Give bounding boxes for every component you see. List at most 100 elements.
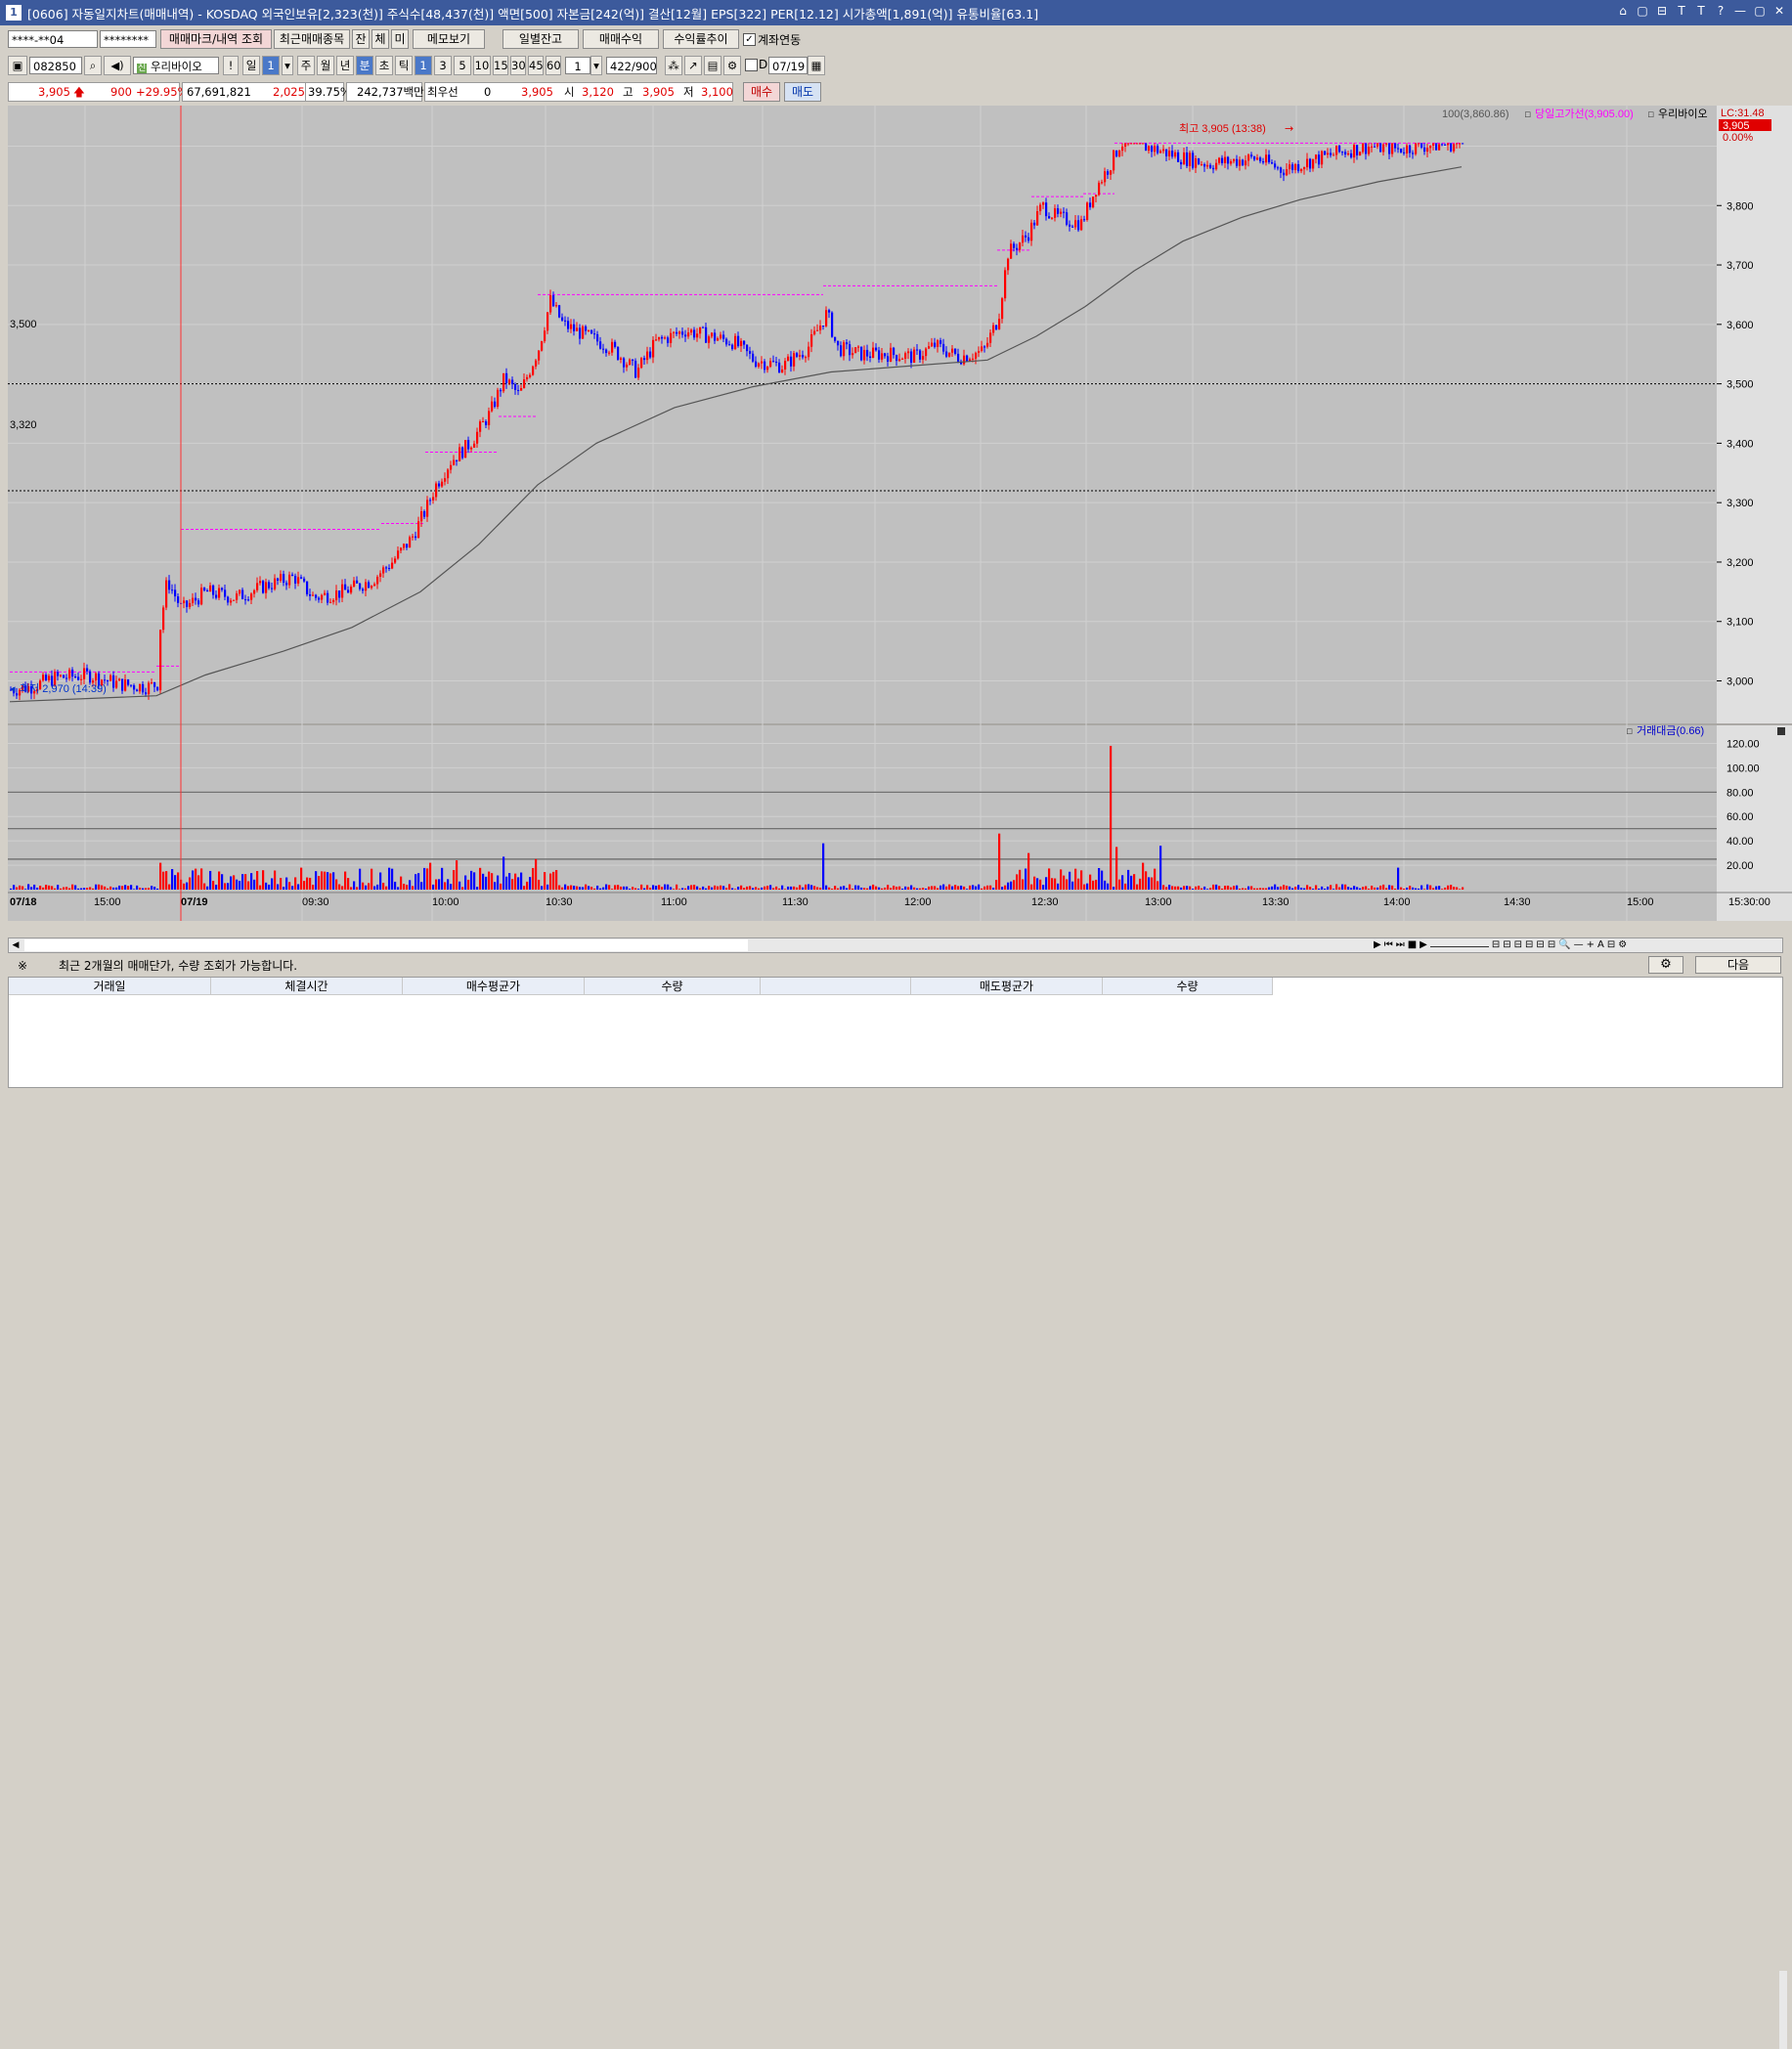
volume-bar (942, 884, 945, 890)
zoom-slider[interactable] (1429, 938, 1489, 947)
account-link-checkbox[interactable]: ✓ 계좌연동 (743, 31, 801, 48)
minute-30-button[interactable]: 30 (510, 56, 526, 75)
restore-icon[interactable]: ▢ (1636, 4, 1649, 18)
col-buy-qty[interactable]: 수량 (585, 978, 761, 995)
candle-body (318, 597, 321, 600)
maximize-icon[interactable]: ▢ (1753, 4, 1767, 18)
home-icon[interactable]: ⌂ (1616, 4, 1630, 18)
tool-6-icon[interactable]: ⊟ (1548, 938, 1555, 952)
executed-button[interactable]: 체 (372, 29, 389, 49)
unfilled-button[interactable]: 미 (391, 29, 409, 49)
trade-mark-button[interactable]: 매매마크/내역 조회 (160, 29, 272, 49)
forward-icon[interactable]: ⏭ (1396, 938, 1405, 952)
calendar-icon[interactable]: ▦ (808, 56, 825, 75)
col-buy-avg[interactable]: 매수평균가 (403, 978, 585, 995)
volume-bar (963, 886, 966, 890)
tool-3-icon[interactable]: ⊟ (1514, 938, 1522, 952)
period-second-button[interactable]: 초 (375, 56, 393, 75)
next-icon[interactable]: ▶ (1420, 938, 1427, 952)
col-exec-time[interactable]: 체결시간 (211, 978, 403, 995)
export-icon[interactable]: ⊟ (1607, 938, 1615, 952)
stock-code-input[interactable]: 082850 (29, 57, 82, 74)
settings-gear-button[interactable]: ⚙ (1648, 956, 1683, 974)
close-icon[interactable]: ✕ (1772, 4, 1786, 18)
recent-trade-button[interactable]: 최근매매종목 (274, 29, 350, 49)
tool-2-icon[interactable]: ⊟ (1503, 938, 1510, 952)
minute-60-button[interactable]: 60 (546, 56, 561, 75)
volume-bar (532, 867, 535, 890)
help-icon[interactable]: ? (1714, 4, 1727, 18)
stock-name-field[interactable]: 신 우리바이오 (133, 57, 219, 74)
period-month-button[interactable]: 월 (317, 56, 334, 75)
trend-icon[interactable]: ↗ (684, 56, 702, 75)
minute-count-input[interactable]: 1 (565, 57, 590, 74)
search-icon[interactable]: ⌕ (84, 56, 102, 75)
period-week-button[interactable]: 주 (297, 56, 315, 75)
col-trade-date[interactable]: 거래일 (9, 978, 211, 995)
sound-icon[interactable]: ◀) (104, 56, 131, 75)
minimize-icon[interactable]: — (1733, 4, 1747, 18)
data-range-field[interactable]: 422/900 (606, 57, 657, 74)
period-tick-button[interactable]: 틱 (395, 56, 413, 75)
candle-body (1344, 152, 1347, 155)
play-icon[interactable]: ▶ (1374, 938, 1381, 952)
sell-button[interactable]: 매도 (784, 82, 821, 102)
period-minute-button[interactable]: 분 (356, 56, 373, 75)
volume-bar (585, 884, 588, 890)
buy-button[interactable]: 매수 (743, 82, 780, 102)
trade-profit-button[interactable]: 매매수익 (583, 29, 659, 49)
chart-scrollbar[interactable]: ◀ ▶ ⏮ ⏭ ■ ▶ ⊟ ⊟ ⊟ ⊟ ⊟ ⊟ 🔍 — + A ⊟ ⚙ (8, 937, 1783, 953)
minute-3-button[interactable]: 3 (434, 56, 452, 75)
volume-panel-close-icon[interactable] (1777, 727, 1785, 735)
account-select[interactable]: ****-**04 (8, 30, 98, 48)
minute-15-button[interactable]: 15 (493, 56, 508, 75)
minute-45-button[interactable]: 45 (528, 56, 544, 75)
minute-1-button[interactable]: 1 (415, 56, 432, 75)
magnifier-icon[interactable]: 🔍 (1558, 938, 1570, 952)
password-input[interactable]: ******** (100, 30, 156, 48)
profit-trend-button[interactable]: 수익률추이 (663, 29, 739, 49)
ref-line-label-3500: 3,500 (10, 319, 37, 330)
minute-5-button[interactable]: 5 (454, 56, 471, 75)
date-input[interactable]: 07/19 (768, 57, 808, 74)
candle-body (529, 374, 532, 377)
next-button[interactable]: 다음 (1695, 956, 1781, 974)
tool-4-icon[interactable]: ⊟ (1525, 938, 1533, 952)
chevron-down-icon[interactable]: ▾ (282, 56, 293, 75)
period-day-button[interactable]: 일 (242, 56, 260, 75)
tool-1-icon[interactable]: ⊟ (1492, 938, 1500, 952)
count-chevron-down-icon[interactable]: ▾ (590, 56, 602, 75)
daily-balance-button[interactable]: 일별잔고 (503, 29, 579, 49)
save-icon[interactable]: ▤ (704, 56, 721, 75)
balance-button[interactable]: 잔 (352, 29, 370, 49)
day-count-input[interactable]: 1 (262, 56, 280, 75)
scrollbar-thumb[interactable] (24, 939, 748, 951)
indicator-icon[interactable]: ⁂ (665, 56, 682, 75)
alert-button[interactable]: ! (223, 56, 239, 75)
layout-icon[interactable]: ▣ (8, 56, 27, 75)
text-icon[interactable]: T (1694, 4, 1708, 18)
split-icon[interactable]: ⊟ (1655, 4, 1669, 18)
date-checkbox[interactable] (745, 59, 758, 71)
period-year-button[interactable]: 년 (336, 56, 354, 75)
candle-body (1233, 158, 1236, 162)
zoom-in-icon[interactable]: + (1587, 938, 1595, 952)
memo-button[interactable]: 메모보기 (413, 29, 485, 49)
minute-10-button[interactable]: 10 (473, 56, 491, 75)
col-sell-qty[interactable]: 수량 (1103, 978, 1273, 995)
chart-area[interactable]: 3,800 3,700 3,600 3,500 3,400 3,300 3,200 3,100… (8, 106, 1792, 929)
settings-icon[interactable]: ⚙ (1618, 938, 1627, 952)
volume-bar (1198, 885, 1201, 890)
table-scrollbar[interactable] (1779, 1971, 1787, 2049)
candlestick-chart[interactable]: 3,800 3,700 3,600 3,500 3,400 3,300 3,200 3,100… (8, 106, 1792, 929)
gear-icon[interactable]: ⚙ (723, 56, 741, 75)
font-icon[interactable]: T (1675, 4, 1688, 18)
scroll-left-icon[interactable]: ◀ (9, 938, 22, 952)
candle-body (186, 600, 189, 607)
zoom-out-icon[interactable]: — (1574, 938, 1584, 952)
stop-icon[interactable]: ■ (1408, 938, 1417, 952)
font-icon[interactable]: A (1597, 938, 1604, 952)
rewind-icon[interactable]: ⏮ (1384, 938, 1393, 952)
tool-5-icon[interactable]: ⊟ (1536, 938, 1544, 952)
col-sell-avg[interactable]: 매도평균가 (911, 978, 1103, 995)
